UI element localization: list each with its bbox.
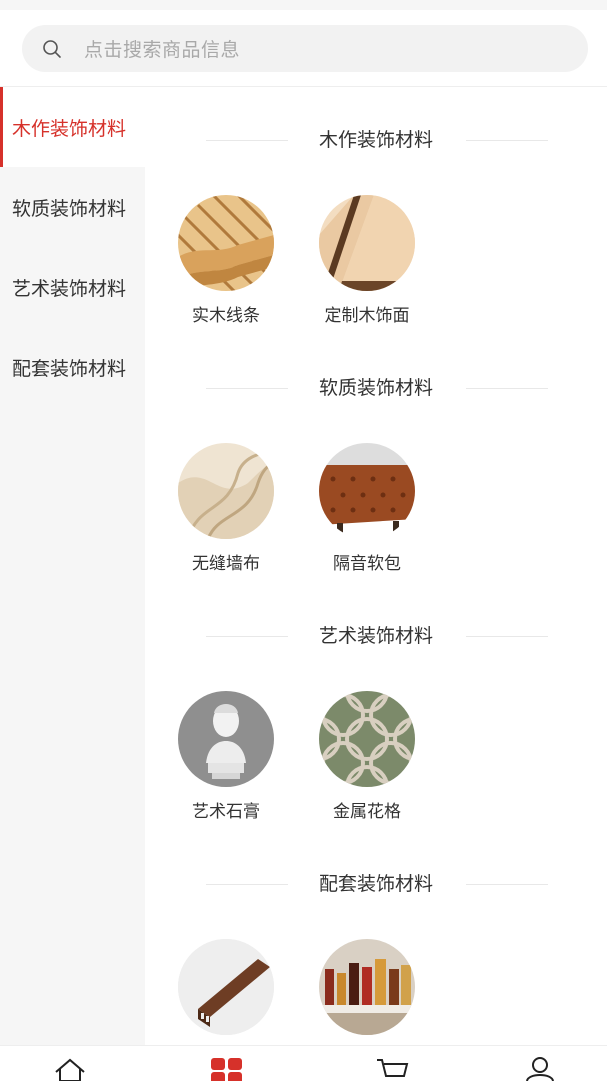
product-item-solid-wood-moulding[interactable]: 实木线条 [161, 195, 291, 326]
divider [466, 388, 548, 389]
product-item-seamless-wallcloth[interactable]: 无缝墙布 [161, 443, 291, 574]
product-thumbnail [178, 691, 274, 787]
product-thumbnail [319, 939, 415, 1035]
product-thumbnail [178, 443, 274, 539]
product-label: 实木线条 [192, 306, 260, 326]
divider [466, 636, 548, 637]
product-label: 无缝墙布 [192, 554, 260, 574]
product-item-custom-wood-veneer[interactable]: 定制木饰面 [302, 195, 432, 326]
category-content: 木作装饰材料 实木线条 定制木饰面 软质装饰材料 无缝墙布 隔音软包 艺术装饰材… [145, 87, 607, 1045]
product-thumbnail [178, 939, 274, 1035]
category-icon [208, 1056, 244, 1084]
tab-category[interactable] [206, 1056, 246, 1084]
user-icon [522, 1056, 558, 1082]
search-bar[interactable]: 点击搜索商品信息 [22, 25, 588, 72]
product-item-display-shelf[interactable] [302, 939, 432, 1045]
product-label: 定制木饰面 [324, 306, 410, 326]
product-thumbnail [319, 443, 415, 539]
sidebar-item-soft[interactable]: 软质装饰材料 [0, 167, 145, 247]
sidebar-item-art[interactable]: 艺术装饰材料 [0, 247, 145, 327]
cart-icon [374, 1056, 410, 1081]
product-thumbnail [319, 691, 415, 787]
home-icon [52, 1056, 88, 1082]
bottom-tab-bar [0, 1045, 607, 1084]
product-label: 隔音软包 [333, 554, 401, 574]
sidebar-item-label: 软质装饰材料 [12, 197, 127, 220]
sidebar-item-accessory[interactable]: 配套装饰材料 [0, 327, 145, 407]
product-item-metal-lattice[interactable]: 金属花格 [302, 691, 432, 822]
product-item-profile-strip[interactable] [161, 939, 291, 1045]
divider [466, 140, 548, 141]
status-strip [0, 0, 607, 10]
sidebar-item-label: 配套装饰材料 [12, 357, 127, 380]
sidebar-item-wood[interactable]: 木作装饰材料 [0, 87, 145, 167]
divider [466, 884, 548, 885]
sidebar-item-label: 艺术装饰材料 [12, 277, 127, 300]
product-thumbnail [178, 195, 274, 291]
product-label: 艺术石膏 [192, 802, 260, 822]
product-item-art-plaster[interactable]: 艺术石膏 [161, 691, 291, 822]
search-placeholder: 点击搜索商品信息 [84, 39, 241, 61]
tab-cart[interactable] [372, 1056, 412, 1081]
sidebar-item-label: 木作装饰材料 [12, 117, 127, 140]
search-icon [42, 39, 62, 59]
category-sidebar: 木作装饰材料 软质装饰材料 艺术装饰材料 配套装饰材料 [0, 87, 145, 1045]
tab-home[interactable] [50, 1056, 90, 1082]
product-label: 金属花格 [333, 802, 401, 822]
product-item-acoustic-panel[interactable]: 隔音软包 [302, 443, 432, 574]
tab-profile[interactable] [520, 1056, 560, 1082]
product-thumbnail [319, 195, 415, 291]
